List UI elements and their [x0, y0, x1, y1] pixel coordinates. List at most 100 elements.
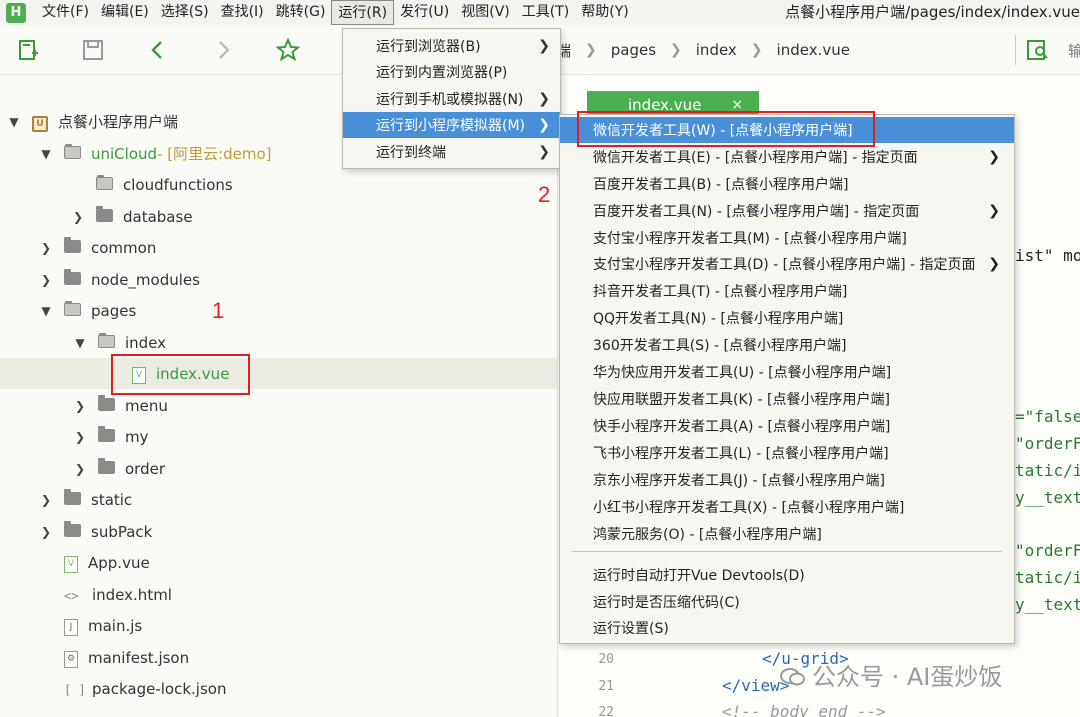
- tree-item-cloudfunctions[interactable]: cloudfunctions: [0, 169, 557, 200]
- tree-label: order: [125, 459, 165, 478]
- tree-label: manifest.json: [88, 648, 190, 667]
- chevron-right-icon[interactable]: ❯: [72, 399, 88, 413]
- menu-item-label: 百度开发者工具(B) - [点餐小程序用户端]: [593, 177, 849, 193]
- menu-item-label: 支付宝小程序开发者工具(M) - [点餐小程序用户端]: [593, 231, 907, 247]
- tree-item-index-html[interactable]: <> index.html: [0, 579, 557, 610]
- chevron-right-icon[interactable]: ❯: [38, 273, 54, 287]
- search-hint[interactable]: 输: [1068, 40, 1080, 61]
- html-file-icon: <>: [64, 588, 79, 603]
- submenu-alipay[interactable]: 支付宝小程序开发者工具(M) - [点餐小程序用户端]: [560, 225, 1014, 251]
- line-number: 22: [598, 705, 614, 717]
- star-icon[interactable]: [275, 37, 301, 63]
- run-to-terminal[interactable]: 运行到终端 ❯: [343, 139, 560, 165]
- submenu-baidu[interactable]: 百度开发者工具(B) - [点餐小程序用户端]: [560, 171, 1014, 197]
- tree-item-pages[interactable]: ▼ pages: [0, 295, 557, 326]
- annotation-box-1: [111, 354, 250, 395]
- submenu-harmony[interactable]: 鸿蒙元服务(O) - [点餐小程序用户端]: [560, 521, 1014, 547]
- menu-publish[interactable]: 发行(U): [394, 0, 455, 25]
- chevron-right-icon[interactable]: ❯: [70, 210, 86, 224]
- submenu-vue-devtools[interactable]: 运行时自动打开Vue Devtools(D): [560, 562, 1014, 588]
- tree-label: App.vue: [88, 553, 150, 572]
- menu-file[interactable]: 文件(F): [36, 0, 95, 25]
- tree-item-app-vue[interactable]: V App.vue: [0, 547, 557, 578]
- run-to-miniprogram[interactable]: 运行到小程序模拟器(M) ❯: [343, 112, 560, 138]
- chevron-right-icon[interactable]: ❯: [38, 241, 54, 255]
- run-to-builtin-browser[interactable]: 运行到内置浏览器(P): [343, 59, 560, 85]
- tree-label: node_modules: [91, 270, 200, 289]
- save-icon[interactable]: [80, 37, 106, 63]
- run-to-device[interactable]: 运行到手机或模拟器(N) ❯: [343, 86, 560, 112]
- menu-bar: H 文件(F) 编辑(E) 选择(S) 查找(I) 跳转(G) 运行(R) 发行…: [0, 0, 1080, 25]
- menu-goto[interactable]: 跳转(G): [270, 0, 332, 25]
- run-to-browser[interactable]: 运行到浏览器(B) ❯: [343, 33, 560, 59]
- menu-view[interactable]: 视图(V): [455, 0, 516, 25]
- chevron-down-icon[interactable]: ▼: [6, 115, 22, 129]
- tree-item-index-vue[interactable]: V index.vue: [0, 358, 557, 389]
- tree-item-order[interactable]: ❯ order: [0, 453, 557, 484]
- menu-find[interactable]: 查找(I): [215, 0, 270, 25]
- tree-item-static[interactable]: ❯ static: [0, 484, 557, 515]
- search-icon[interactable]: [1025, 37, 1051, 63]
- menu-run[interactable]: 运行(R): [331, 0, 395, 25]
- submenu-xiaohongshu[interactable]: 小红书小程序开发者工具(X) - [点餐小程序用户端]: [560, 494, 1014, 520]
- submenu-360[interactable]: 360开发者工具(S) - [点餐小程序用户端]: [560, 332, 1014, 358]
- menu-item-label: 飞书小程序开发者工具(L) - [点餐小程序用户端]: [593, 446, 889, 462]
- tree-item-common[interactable]: ❯ common: [0, 232, 557, 263]
- new-file-icon[interactable]: [15, 37, 41, 63]
- submenu-qq[interactable]: QQ开发者工具(N) - [点餐小程序用户端]: [560, 305, 1014, 331]
- menu-item-label: 运行到手机或模拟器(N): [376, 92, 524, 108]
- submenu-kuaishou[interactable]: 快手小程序开发者工具(A) - [点餐小程序用户端]: [560, 413, 1014, 439]
- tree-item-node-modules[interactable]: ❯ node_modules: [0, 264, 557, 295]
- submenu-run-settings[interactable]: 运行设置(S): [560, 615, 1014, 641]
- tree-label: subPack: [91, 522, 153, 541]
- submenu-compress-code[interactable]: 运行时是否压缩代码(C): [560, 589, 1014, 615]
- forward-icon[interactable]: [210, 37, 236, 63]
- tree-item-manifest-json[interactable]: ⚙ manifest.json: [0, 642, 557, 673]
- menu-item-label: 小红书小程序开发者工具(X) - [点餐小程序用户端]: [593, 500, 905, 516]
- tree-item-my[interactable]: ❯ my: [0, 421, 557, 452]
- chevron-right-icon[interactable]: ❯: [72, 462, 88, 476]
- chevron-down-icon[interactable]: ▼: [72, 336, 88, 350]
- submenu-feishu[interactable]: 飞书小程序开发者工具(L) - [点餐小程序用户端]: [560, 440, 1014, 466]
- back-icon[interactable]: [145, 37, 171, 63]
- menu-help[interactable]: 帮助(Y): [575, 0, 634, 25]
- chevron-right-icon[interactable]: ❯: [72, 430, 88, 444]
- submenu-quickapp[interactable]: 快应用联盟开发者工具(K) - [点餐小程序用户端]: [560, 386, 1014, 412]
- folder-icon: [64, 520, 81, 541]
- window-title: 点餐小程序用户端/pages/index/index.vue: [785, 3, 1080, 21]
- wechat-icon: [780, 665, 806, 686]
- chevron-right-icon: ❯: [585, 42, 597, 58]
- vue-file-icon: V: [64, 552, 78, 573]
- chevron-right-icon[interactable]: ❯: [38, 525, 54, 539]
- menu-tools[interactable]: 工具(T): [516, 0, 575, 25]
- submenu-douyin[interactable]: 抖音开发者工具(T) - [点餐小程序用户端]: [560, 278, 1014, 304]
- submenu-alipay-page[interactable]: 支付宝小程序开发者工具(D) - [点餐小程序用户端] - 指定页面 ❯: [560, 251, 1014, 277]
- menu-edit[interactable]: 编辑(E): [95, 0, 155, 25]
- tree-item-menu[interactable]: ❯ menu: [0, 390, 557, 421]
- submenu-wechat-page[interactable]: 微信开发者工具(E) - [点餐小程序用户端] - 指定页面 ❯: [560, 144, 1014, 170]
- menu-select[interactable]: 选择(S): [155, 0, 215, 25]
- run-menu-dropdown: 运行到浏览器(B) ❯ 运行到内置浏览器(P) 运行到手机或模拟器(N) ❯ 运…: [342, 28, 561, 169]
- submenu-huawei[interactable]: 华为快应用开发者工具(U) - [点餐小程序用户端]: [560, 359, 1014, 385]
- submenu-jd[interactable]: 京东小程序开发者工具(J) - [点餐小程序用户端]: [560, 467, 1014, 493]
- tree-label: index: [125, 333, 167, 352]
- tree-item-subpack[interactable]: ❯ subPack: [0, 516, 557, 547]
- folder-open-icon: [98, 332, 115, 352]
- tree-label: main.js: [88, 616, 143, 635]
- submenu-baidu-page[interactable]: 百度开发者工具(N) - [点餐小程序用户端] - 指定页面 ❯: [560, 198, 1014, 224]
- breadcrumb-item[interactable]: index: [696, 41, 737, 59]
- breadcrumb-item[interactable]: index.vue: [777, 41, 850, 59]
- chevron-right-icon[interactable]: ❯: [38, 493, 54, 507]
- tree-item-database[interactable]: ❯ database: [0, 201, 557, 232]
- tree-item-package-lock[interactable]: [ ] package-lock.json: [0, 673, 557, 704]
- app-logo-icon: H: [6, 2, 26, 23]
- tree-item-main-js[interactable]: J main.js: [0, 610, 557, 641]
- folder-icon: [64, 488, 81, 509]
- chevron-down-icon[interactable]: ▼: [38, 147, 54, 161]
- tree-item-index-folder[interactable]: ▼ index: [0, 327, 557, 358]
- chevron-down-icon[interactable]: ▼: [38, 304, 54, 318]
- chevron-right-icon: ❯: [750, 42, 763, 58]
- folder-icon: [98, 394, 115, 415]
- breadcrumb-item[interactable]: pages: [611, 41, 656, 59]
- code-snippet: "orderF: [1015, 541, 1080, 560]
